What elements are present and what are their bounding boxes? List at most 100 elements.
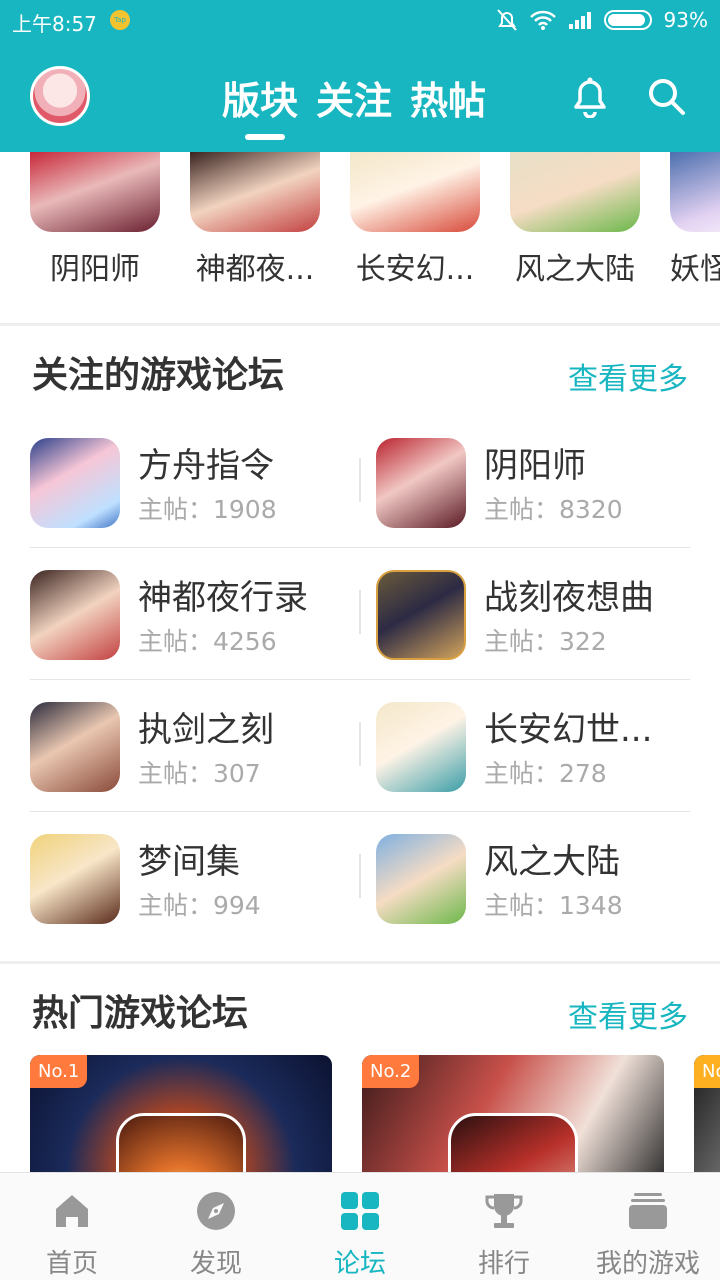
forum-count: 主帖：4256 [138, 627, 277, 656]
forum-name: 阴阳师 [484, 446, 586, 486]
nav-discover[interactable]: 发现 [144, 1173, 288, 1280]
forum-count: 主帖：322 [484, 627, 607, 656]
bottom-nav: 首页 发现 论坛 排行 我的游戏 [0, 1172, 720, 1280]
forum-icon [30, 702, 120, 792]
wifi-icon [529, 10, 556, 30]
hot-section-title: 热门游戏论坛 [32, 993, 249, 1034]
signal-icon [568, 12, 591, 29]
hot-forum-card[interactable]: No.2 [362, 1055, 664, 1185]
hot-more-link[interactable]: 查看更多 [568, 992, 688, 1036]
scroller-label: 妖怪 [670, 252, 720, 287]
forum-row: 方舟指令 主帖：1908 阴阳师 主帖：8320 [30, 416, 690, 548]
forum-count: 主帖：1908 [138, 495, 277, 524]
battery-percent: 93% [663, 8, 708, 32]
nav-my-games[interactable]: 我的游戏 [576, 1173, 720, 1280]
forum-name: 方舟指令 [138, 446, 274, 486]
scroller-label: 阴阳师 [50, 252, 140, 287]
game-icon [350, 152, 480, 232]
scroller-item[interactable]: 长安幻... [350, 152, 480, 288]
forum-item[interactable]: 战刻夜想曲 主帖：322 [376, 548, 706, 679]
forum-name: 战刻夜想曲 [484, 578, 654, 618]
section-divider [0, 961, 720, 964]
app-header: 上午8:57 Tap 93% 版块 关注 热帖 [0, 0, 720, 152]
followed-section-title: 关注的游戏论坛 [32, 355, 285, 396]
taptap-icon: Tap [110, 10, 130, 30]
forum-count: 主帖：307 [138, 759, 261, 788]
forum-icon [30, 438, 120, 528]
followed-more-link[interactable]: 查看更多 [568, 354, 688, 398]
grid-icon [341, 1192, 379, 1230]
nav-home[interactable]: 首页 [0, 1173, 144, 1280]
nav-label: 论坛 [333, 1249, 386, 1279]
forum-icon [30, 834, 120, 924]
stack-icon [629, 1193, 667, 1229]
user-avatar[interactable] [30, 66, 90, 126]
rank-badge: No.1 [30, 1055, 88, 1088]
nav-label: 我的游戏 [595, 1249, 700, 1279]
game-icon [30, 152, 160, 232]
forum-item[interactable]: 方舟指令 主帖：1908 [30, 416, 360, 547]
forum-item[interactable]: 神都夜行录 主帖：4256 [30, 548, 360, 679]
column-separator [359, 458, 361, 502]
forum-item[interactable]: 执剑之刻 主帖：307 [30, 680, 360, 811]
scroller-item[interactable]: 风之大陆 [510, 152, 640, 288]
scroller-item[interactable]: 妖怪 [670, 152, 720, 288]
section-divider [0, 323, 720, 326]
forum-item[interactable]: 阴阳师 主帖：8320 [376, 416, 706, 547]
forum-name: 长安幻世... [484, 710, 653, 750]
rank-badge: No.2 [362, 1055, 420, 1088]
forum-count: 主帖：994 [138, 891, 261, 920]
home-icon [56, 1195, 88, 1227]
forum-row: 梦间集 主帖：994 风之大陆 主帖：1348 [30, 812, 690, 944]
search-icon[interactable] [646, 76, 686, 116]
forum-count: 主帖：8320 [484, 495, 623, 524]
forum-item[interactable]: 风之大陆 主帖：1348 [376, 812, 706, 943]
forum-name: 神都夜行录 [138, 578, 308, 618]
trophy-icon [485, 1194, 523, 1228]
tab-retie[interactable]: 热帖 [410, 70, 486, 125]
hot-forum-card[interactable]: No.1 [30, 1055, 332, 1185]
forum-name: 风之大陆 [484, 842, 620, 882]
nav-label: 首页 [45, 1249, 98, 1279]
scroller-label: 神都夜... [195, 252, 315, 287]
forum-count: 主帖：1348 [484, 891, 623, 920]
scroller-label: 长安幻... [355, 252, 475, 287]
forum-name: 执剑之刻 [138, 710, 274, 750]
game-icon [190, 152, 320, 232]
scroller-item[interactable]: 阴阳师 [30, 152, 160, 288]
header-tabs: 版块 关注 热帖 [222, 70, 486, 125]
active-tab-indicator [245, 134, 285, 140]
mute-icon [496, 9, 517, 31]
forum-icon [376, 702, 466, 792]
forum-name: 梦间集 [138, 842, 240, 882]
forum-item[interactable]: 梦间集 主帖：994 [30, 812, 360, 943]
nav-label: 排行 [477, 1249, 530, 1279]
battery-icon [603, 10, 652, 30]
hot-forum-card[interactable]: No [694, 1055, 720, 1185]
forum-count: 主帖：278 [484, 759, 607, 788]
bell-icon[interactable] [570, 74, 610, 118]
column-separator [359, 722, 361, 766]
tab-bankuai[interactable]: 版块 [222, 70, 298, 125]
rank-badge: No [694, 1055, 720, 1088]
nav-ranking[interactable]: 排行 [432, 1173, 576, 1280]
scroller-label: 风之大陆 [515, 252, 635, 287]
forum-item[interactable]: 长安幻世... 主帖：278 [376, 680, 706, 811]
column-separator [359, 854, 361, 898]
game-scroller[interactable]: 阴阳师 神都夜... 长安幻... 风之大陆 妖怪 [0, 152, 720, 322]
tab-guanzhu[interactable]: 关注 [316, 70, 392, 125]
column-separator [359, 590, 361, 634]
status-time: 上午8:57 [12, 12, 97, 36]
forum-icon [30, 570, 120, 660]
compass-icon [197, 1192, 235, 1230]
forum-row: 执剑之刻 主帖：307 长安幻世... 主帖：278 [30, 680, 690, 812]
status-bar: 上午8:57 Tap 93% [0, 0, 720, 40]
forum-icon [376, 834, 466, 924]
scroller-item[interactable]: 神都夜... [190, 152, 320, 288]
forum-row: 神都夜行录 主帖：4256 战刻夜想曲 主帖：322 [30, 548, 690, 680]
forum-icon [376, 438, 466, 528]
forum-icon [376, 570, 466, 660]
status-icons: 93% [496, 6, 708, 34]
game-icon [510, 152, 640, 232]
nav-forum[interactable]: 论坛 [288, 1173, 432, 1280]
